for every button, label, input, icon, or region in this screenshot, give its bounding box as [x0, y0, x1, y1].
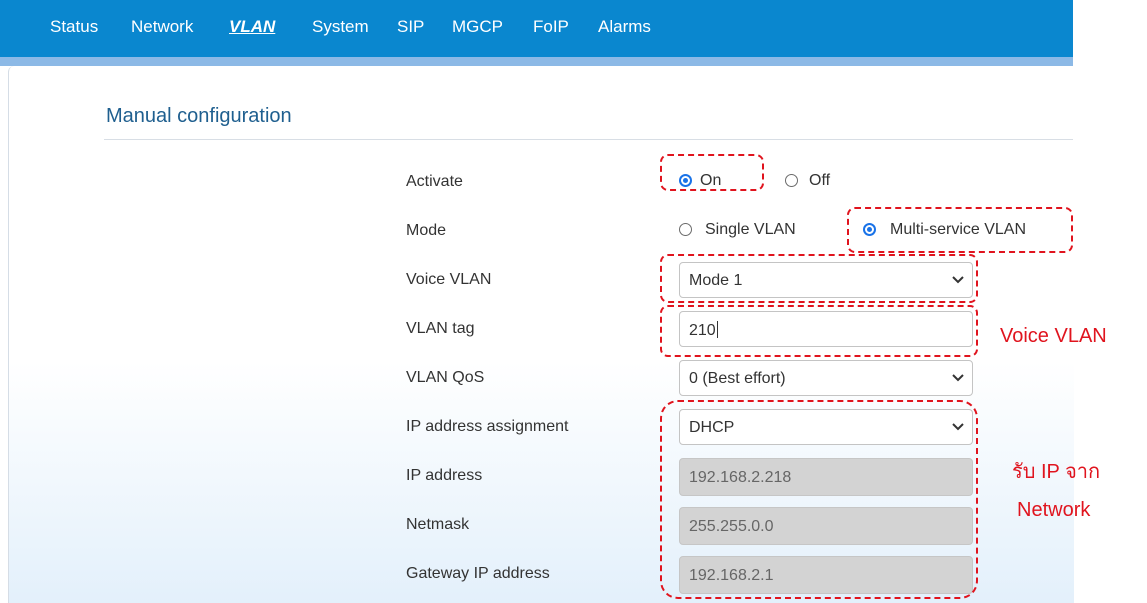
annotation-voice-vlan: Voice VLAN — [1000, 325, 1107, 347]
netmask-value: 255.255.0.0 — [689, 518, 774, 535]
activate-off-radio[interactable] — [785, 174, 798, 187]
voice-vlan-label: Voice VLAN — [406, 271, 492, 288]
nav-item-foip[interactable]: FoIP — [533, 17, 569, 37]
ip-assignment-select[interactable]: DHCP — [679, 409, 973, 445]
mode-multi-service-vlan-label[interactable]: Multi-service VLAN — [890, 221, 1026, 239]
activate-on-label[interactable]: On — [700, 172, 721, 190]
nav-item-network[interactable]: Network — [131, 17, 193, 37]
mode-label: Mode — [406, 222, 447, 239]
gateway-field: 192.168.2.1 — [679, 556, 973, 594]
nav-item-alarms[interactable]: Alarms — [598, 17, 651, 37]
section-divider — [104, 139, 1073, 140]
section-title: Manual configuration — [106, 105, 292, 127]
mode-multi-service-vlan-radio[interactable] — [863, 223, 876, 236]
ip-assignment-value: DHCP — [689, 419, 735, 436]
chevron-down-icon — [952, 374, 964, 382]
netmask-field: 255.255.0.0 — [679, 507, 973, 545]
annotation-dhcp-line1: รับ IP จาก — [1012, 461, 1101, 483]
vlan-tag-value: 210 — [689, 321, 718, 339]
ip-address-label: IP address — [406, 467, 483, 484]
vlan-qos-label: VLAN QoS — [406, 369, 485, 386]
voice-vlan-select[interactable]: Mode 1 — [679, 262, 973, 298]
annotation-dhcp-line2: Network — [1017, 499, 1091, 521]
text-cursor — [716, 321, 718, 338]
nav-item-vlan[interactable]: VLAN — [229, 17, 275, 37]
vlan-qos-select[interactable]: 0 (Best effort) — [679, 360, 973, 396]
vlan-tag-input[interactable]: 210 — [679, 311, 973, 347]
activate-label: Activate — [406, 173, 463, 190]
gateway-value: 192.168.2.1 — [689, 567, 774, 584]
vlan-qos-value: 0 (Best effort) — [689, 370, 786, 387]
activate-off-label[interactable]: Off — [809, 172, 830, 190]
mode-single-vlan-radio[interactable] — [679, 223, 692, 236]
nav-item-system[interactable]: System — [312, 17, 369, 37]
nav-item-status[interactable]: Status — [50, 17, 98, 37]
voice-vlan-value: Mode 1 — [689, 272, 743, 289]
chevron-down-icon — [952, 423, 964, 431]
activate-on-radio[interactable] — [679, 174, 692, 187]
netmask-label: Netmask — [406, 516, 470, 533]
nav-item-mgcp[interactable]: MGCP — [452, 17, 503, 37]
top-nav-bar: Status Network VLAN System SIP MGCP FoIP… — [0, 0, 1073, 57]
gateway-label: Gateway IP address — [406, 565, 550, 582]
nav-item-sip[interactable]: SIP — [397, 17, 424, 37]
nav-sub-bar — [0, 57, 1073, 66]
vlan-tag-label: VLAN tag — [406, 320, 475, 337]
chevron-down-icon — [952, 276, 964, 284]
ip-address-value: 192.168.2.218 — [689, 469, 792, 486]
ip-assignment-label: IP address assignment — [406, 418, 569, 435]
ip-address-field: 192.168.2.218 — [679, 458, 973, 496]
mode-single-vlan-label[interactable]: Single VLAN — [705, 221, 796, 239]
